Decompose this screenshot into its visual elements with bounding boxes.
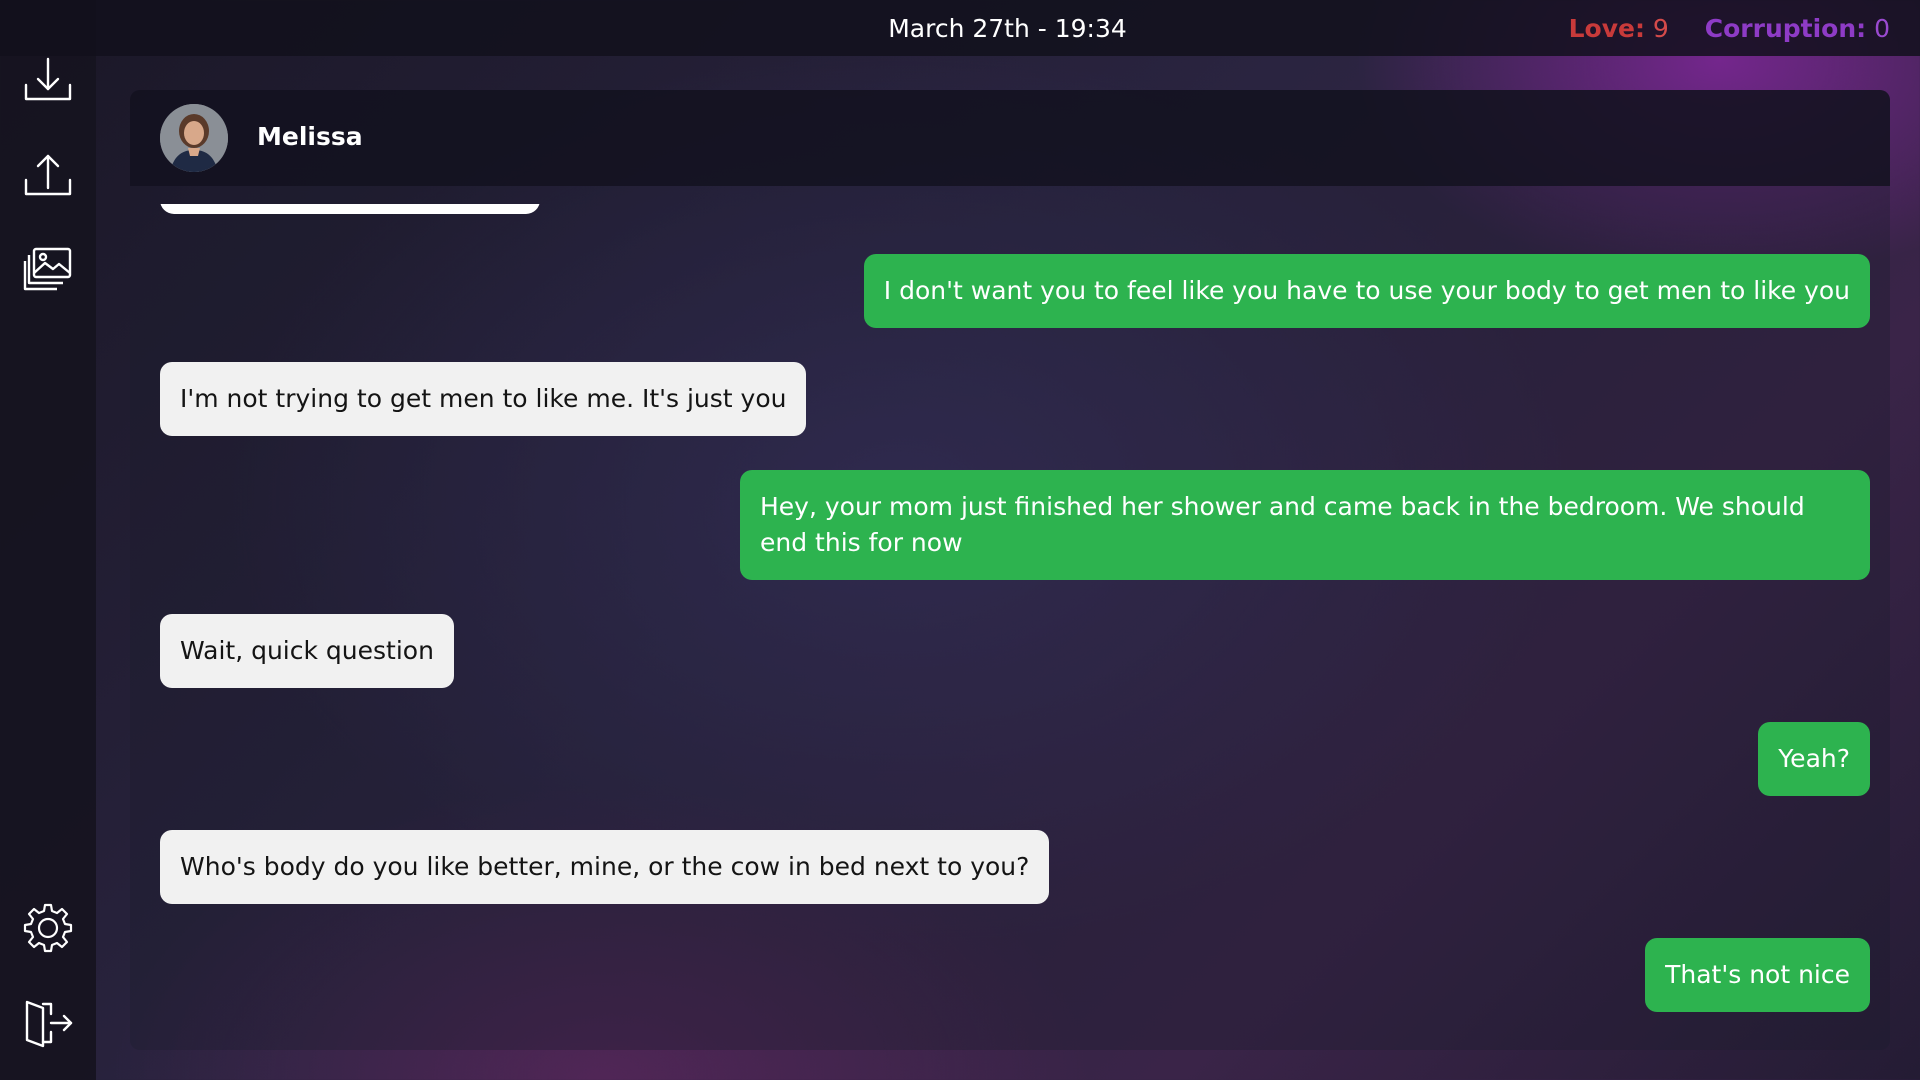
contact-name: Melissa: [257, 122, 363, 151]
message-incoming: I'm not trying to get men to like me. It…: [160, 362, 807, 436]
settings-button[interactable]: [18, 898, 78, 958]
load-button[interactable]: [18, 145, 78, 205]
love-stat: Love: 9: [1569, 14, 1669, 43]
stats: Love: 9 Corruption: 0: [1541, 14, 1890, 43]
corruption-stat: Corruption: 0: [1705, 14, 1890, 43]
top-bar: March 27th - 19:34 Love: 9 Corruption: 0: [0, 0, 1920, 56]
message-outgoing: I don't want you to feel like you have t…: [863, 254, 1870, 328]
message-outgoing: Yeah?: [1758, 722, 1870, 796]
exit-icon: [25, 1000, 73, 1048]
message-list[interactable]: I don't want you to feel like you have t…: [130, 186, 1890, 1050]
download-icon: [24, 57, 72, 101]
love-label: Love:: [1568, 14, 1645, 43]
message-outgoing: Hey, your mom just finished her shower a…: [740, 470, 1870, 580]
message-outgoing: That's not nice: [1645, 938, 1870, 1012]
save-button[interactable]: [18, 50, 78, 110]
exit-button[interactable]: [18, 993, 78, 1053]
corruption-label: Corruption:: [1704, 14, 1867, 43]
message-incoming: Wait, quick question: [160, 614, 454, 688]
gallery-button[interactable]: [18, 240, 78, 300]
avatar-image: [160, 104, 228, 172]
upload-icon: [24, 154, 72, 196]
gear-icon: [23, 903, 73, 953]
partial-message: [160, 204, 540, 214]
avatar[interactable]: [160, 104, 228, 172]
gallery-icon: [23, 247, 72, 291]
corruption-value: 0: [1874, 14, 1890, 43]
chat-header: Melissa: [130, 90, 1890, 186]
message-incoming: Who's body do you like better, mine, or …: [160, 830, 1050, 904]
chat-window: Melissa I don't want you to feel like yo…: [130, 90, 1890, 1050]
sidebar: [0, 0, 96, 1080]
love-value: 9: [1652, 14, 1669, 43]
